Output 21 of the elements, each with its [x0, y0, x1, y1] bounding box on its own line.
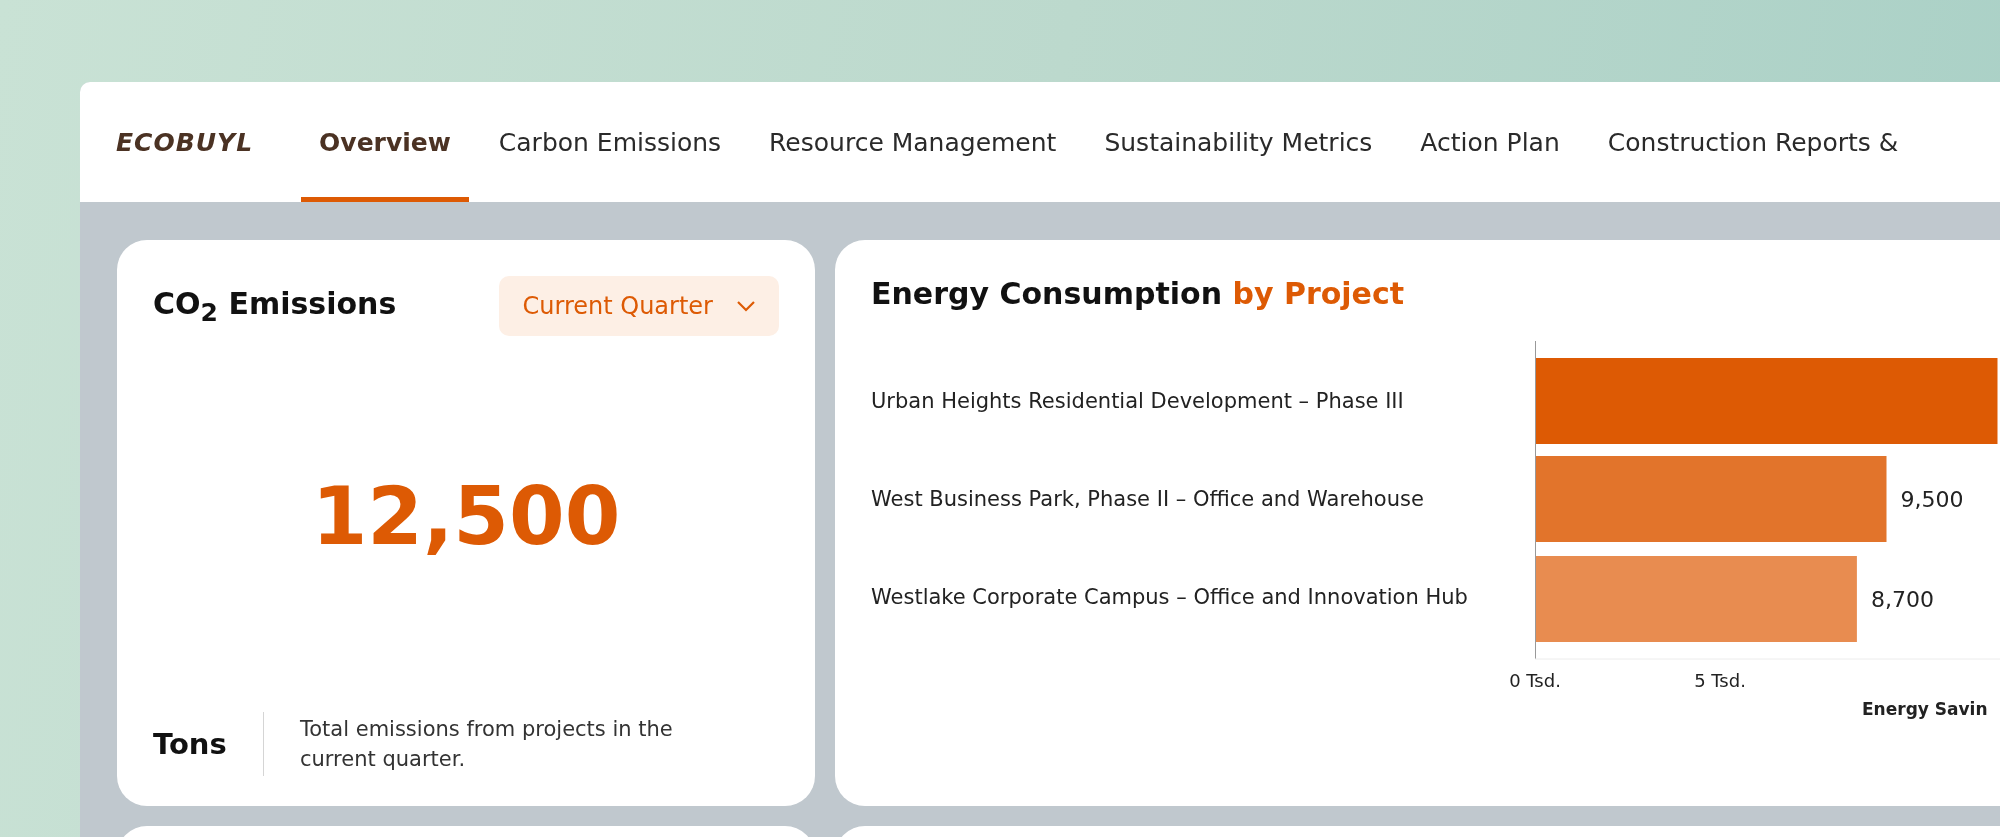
card-title: Energy Consumption by Project	[871, 276, 1406, 311]
bar-value: 8,700	[1870, 587, 1934, 612]
emissions-value: 12,500	[311, 469, 621, 563]
project-label: West Business Park, Phase II – Office and Warehouse	[871, 486, 1425, 513]
chevron-down-icon	[737, 300, 755, 312]
emissions-description: Total emissions from projects in the current quarter.	[300, 715, 674, 773]
unit-label: Tons	[153, 727, 227, 761]
axis-tick-label: 5 Tsd.	[1694, 670, 1746, 691]
axis-title: Energy Savin	[1862, 699, 1988, 719]
nav-tab[interactable]: Sustainability Metrics	[1086, 82, 1391, 202]
nav-tab[interactable]: Carbon Emissions	[480, 82, 740, 202]
bar-value: 9,500	[1900, 487, 1964, 512]
axis-tick-label: 0 Tsd.	[1509, 670, 1561, 691]
card-title: CO$_{2}$ Emissions	[153, 285, 397, 327]
nav-tab[interactable]: Resource Management	[751, 82, 1075, 202]
nav-tab[interactable]: Overview	[301, 82, 469, 202]
project-label: Westlake Corporate Campus – Office and Innovation Hub	[871, 584, 1469, 611]
nav-tab[interactable]: Action Plan	[1402, 82, 1578, 202]
nav-tab[interactable]: Construction Reports &	[1589, 82, 1917, 202]
project-label: Urban Heights Residential Development – Phase III	[871, 388, 1405, 415]
brand-logo: ECOBUYL	[116, 127, 254, 157]
